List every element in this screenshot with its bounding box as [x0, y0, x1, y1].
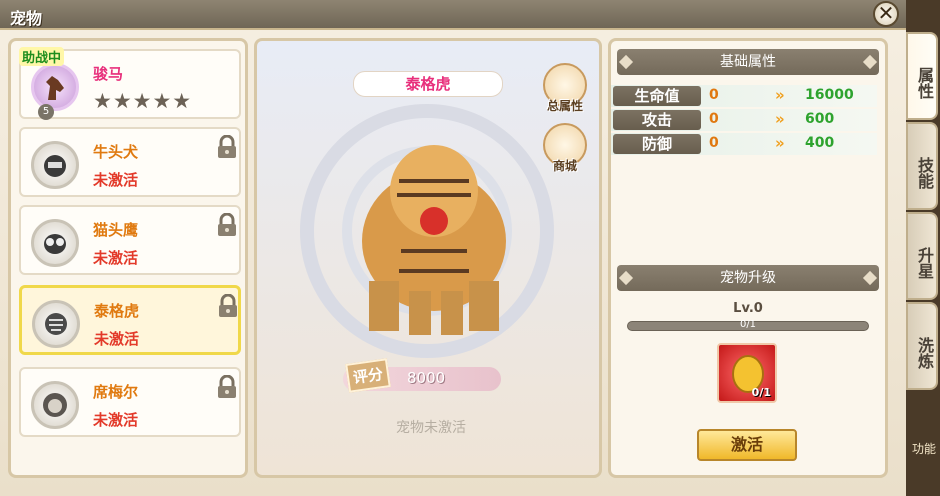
pet-status: 未激活	[93, 171, 139, 189]
level-text: Lv.0	[733, 301, 763, 316]
pet-name: 席梅尔	[93, 383, 139, 401]
lion-avatar	[31, 381, 79, 429]
item-count: 0/1	[751, 386, 771, 399]
total-attributes-button[interactable]: 总属性	[539, 63, 591, 114]
owl-icon	[44, 234, 66, 254]
attribute-next: 16000	[805, 87, 854, 103]
pet-window: 宠物 ✕ 5 助战中 骏马 ★★★★★ 牛头犬 未激活 猫头鹰 未激活 泰格虎 …	[0, 0, 906, 496]
pet-model-panel: 泰格虎 总属性 商城 评分 8000 宠物未激活	[254, 38, 602, 478]
tiger-icon	[45, 313, 67, 335]
tiger-avatar	[32, 300, 80, 348]
pet-name: 牛头犬	[93, 143, 139, 161]
assist-badge: 助战中	[19, 47, 65, 66]
tab-skills[interactable]: 技能	[906, 122, 938, 210]
activate-button[interactable]: 激活	[697, 429, 797, 461]
attribute-current: 0	[709, 135, 719, 151]
pet-name: 骏马	[93, 65, 124, 83]
tab-star-up[interactable]: 升星	[906, 212, 938, 300]
lion-icon	[43, 393, 67, 417]
attribute-current: 0	[709, 111, 719, 127]
pet-card-lion[interactable]: 席梅尔 未激活	[19, 367, 241, 437]
pet-card-bulldog[interactable]: 牛头犬 未激活	[19, 127, 241, 197]
attribute-row-defense: 防御 0 » 400	[611, 133, 877, 155]
lock-icon	[219, 294, 237, 317]
attribute-row-attack: 攻击 0 » 600	[611, 109, 877, 131]
pet-title: 泰格虎	[353, 71, 503, 97]
attribute-name: 防御	[613, 134, 701, 154]
shop-label: 商城	[552, 159, 577, 173]
attribute-current: 0	[709, 87, 719, 103]
attribute-name: 生命值	[613, 86, 701, 106]
pet-level-badge: 5	[38, 104, 54, 120]
close-icon: ✕	[877, 1, 895, 25]
horse-icon	[46, 76, 64, 100]
double-arrow-icon: »	[775, 86, 785, 104]
attribute-next: 400	[805, 135, 835, 151]
basic-attributes-header: 基础属性	[617, 49, 879, 75]
lock-icon	[218, 213, 236, 236]
attribute-next: 600	[805, 111, 835, 127]
total-attributes-label: 总属性	[546, 99, 583, 113]
horse-avatar: 5	[31, 63, 79, 120]
attribute-row-hp: 生命值 0 » 16000	[611, 85, 877, 107]
upgrade-item-slot[interactable]: 0/1	[717, 343, 777, 403]
pet-card-owl[interactable]: 猫头鹰 未激活	[19, 205, 241, 275]
double-arrow-icon: »	[775, 134, 785, 152]
pet-card-tiger[interactable]: 泰格虎 未激活	[19, 285, 241, 355]
tab-attributes[interactable]: 属性	[906, 32, 938, 120]
window-title: 宠物	[10, 9, 43, 28]
attributes-panel: 基础属性 生命值 0 » 16000 攻击 0 » 600 防御 0 » 400…	[608, 38, 888, 478]
lock-icon	[218, 375, 236, 398]
pet-status: 未激活	[94, 330, 140, 348]
pet-status: 未激活	[93, 249, 139, 267]
tiger-model	[362, 145, 506, 335]
pet-status: 未激活	[93, 411, 139, 429]
double-arrow-icon: »	[775, 110, 785, 128]
lock-icon	[218, 135, 236, 158]
owl-avatar	[31, 219, 79, 267]
close-button[interactable]: ✕	[873, 1, 899, 27]
attribute-name: 攻击	[613, 110, 701, 130]
pet-name: 猫头鹰	[93, 221, 139, 239]
shop-button[interactable]: 商城	[539, 123, 591, 174]
tab-refine[interactable]: 洗炼	[906, 302, 938, 390]
star-rating: ★★★★★	[93, 89, 193, 113]
bulldog-avatar	[31, 141, 79, 189]
exp-text: 0/1	[739, 319, 757, 330]
pet-name: 泰格虎	[94, 302, 140, 320]
pet-inactive-text: 宠物未激活	[396, 420, 466, 436]
score-label: 评分	[345, 358, 391, 393]
bulldog-icon	[44, 155, 66, 177]
edge-function-label: 功能	[912, 442, 937, 456]
pet-upgrade-header: 宠物升级	[617, 265, 879, 291]
title-bar: 宠物	[0, 0, 906, 30]
score-value: 8000	[407, 369, 446, 387]
pet-card-horse[interactable]: 5 助战中 骏马 ★★★★★	[19, 47, 241, 120]
pet-list-panel: 5 助战中 骏马 ★★★★★ 牛头犬 未激活 猫头鹰 未激活 泰格虎 未激活 席…	[8, 38, 248, 478]
